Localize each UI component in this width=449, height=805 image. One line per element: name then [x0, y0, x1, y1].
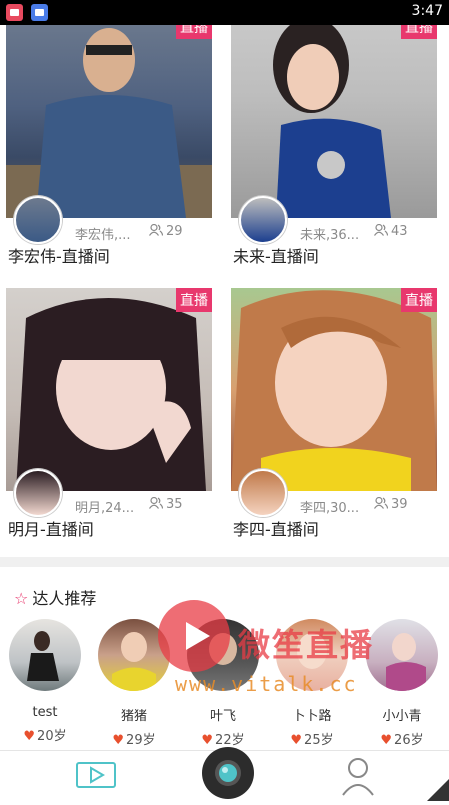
talent-age-value: 26岁 — [394, 733, 424, 748]
talent-name: 叶飞 — [209, 709, 236, 724]
talent-item[interactable]: 叶飞 ♥ 22岁 — [183, 619, 263, 748]
user-icon — [374, 224, 388, 236]
talent-name: 猪猪 — [120, 709, 147, 724]
live-card-cover[interactable]: 直播 — [6, 25, 212, 218]
camera-tab-icon — [202, 747, 254, 799]
avatar[interactable] — [14, 196, 62, 244]
live-card-title[interactable]: 李宏伟-直播间 — [8, 243, 110, 267]
live-card-cover[interactable]: 直播 — [231, 25, 437, 218]
talent-age: ♥ 29岁 — [94, 729, 174, 748]
talent-avatar[interactable] — [187, 619, 259, 691]
live-badge: 直播 — [401, 25, 437, 39]
notification-photo-icon — [31, 4, 48, 21]
avatar[interactable] — [239, 196, 287, 244]
live-card-title[interactable]: 未来-直播间 — [233, 243, 319, 267]
tab-video[interactable] — [75, 751, 117, 801]
user-icon — [149, 497, 163, 509]
talent-age-value: 29岁 — [126, 733, 156, 748]
viewer-count: 43 — [374, 224, 408, 239]
talent-avatar[interactable] — [9, 619, 81, 691]
cover-figure-icon — [231, 290, 437, 491]
live-badge: 直播 — [401, 288, 437, 312]
talent-age-value: 20岁 — [37, 729, 67, 744]
cover-figure-icon — [16, 298, 206, 491]
talent-name: 卜卜路 — [292, 709, 332, 724]
avatar[interactable] — [239, 469, 287, 517]
heart-icon: ♥ — [290, 733, 303, 748]
talent-section-title: ☆ 达人推荐 — [14, 585, 96, 609]
section-divider — [0, 557, 449, 567]
profile-tab-icon — [342, 758, 374, 796]
live-badge: 直播 — [176, 288, 212, 312]
live-card-cover[interactable]: 直播 — [231, 288, 437, 491]
talent-age: ♥ 26岁 — [362, 729, 442, 748]
talent-age: ♥ 25岁 — [272, 729, 352, 748]
talent-figure-icon — [27, 631, 59, 681]
star-icon: ☆ — [14, 589, 29, 608]
anchor-info: 李宏伟,... — [75, 228, 131, 243]
talent-figure-icon — [297, 633, 327, 669]
talent-item[interactable]: 猪猪 ♥ 29岁 — [94, 619, 174, 748]
tab-profile[interactable] — [338, 751, 378, 801]
viewer-count: 35 — [149, 497, 183, 512]
heart-icon: ♥ — [23, 729, 36, 744]
talent-item[interactable]: test ♥ 20岁 — [5, 619, 85, 744]
anchor-info: 明月,24... — [75, 501, 135, 516]
video-tab-icon — [76, 762, 116, 788]
talent-figure-icon — [386, 633, 426, 691]
talent-avatar[interactable] — [366, 619, 438, 691]
bottom-tab-bar — [0, 747, 449, 801]
avatar[interactable] — [14, 469, 62, 517]
status-time: 3:47 — [411, 3, 443, 19]
viewer-count-value: 39 — [391, 497, 408, 512]
live-badge: 直播 — [176, 25, 212, 39]
live-feed[interactable]: 直播 李宏伟,... 29 李宏伟-直播间 直播 未来,36... 43 未来-… — [0, 25, 449, 750]
live-card-title[interactable]: 明月-直播间 — [8, 516, 94, 540]
viewer-count: 29 — [149, 224, 183, 239]
talent-figure-icon — [209, 633, 237, 665]
status-bar: 3:47 — [0, 0, 449, 25]
user-icon — [374, 497, 388, 509]
viewer-count-value: 43 — [391, 224, 408, 239]
user-icon — [149, 224, 163, 236]
cover-figure-icon — [273, 25, 391, 218]
talent-name: test — [32, 705, 58, 720]
corner-indicator — [427, 779, 449, 801]
talent-item[interactable]: 小小青 ♥ 26岁 — [362, 619, 442, 748]
heart-icon: ♥ — [380, 733, 393, 748]
talent-age: ♥ 20岁 — [5, 725, 85, 744]
anchor-info: 李四,30... — [300, 501, 360, 516]
notification-app-icon — [6, 4, 23, 21]
live-card-cover[interactable]: 直播 — [6, 288, 212, 491]
viewer-count: 39 — [374, 497, 408, 512]
viewer-count-value: 29 — [166, 224, 183, 239]
cover-figure-icon — [6, 28, 212, 218]
talent-avatar[interactable] — [276, 619, 348, 691]
talent-item[interactable]: 卜卜路 ♥ 25岁 — [272, 619, 352, 748]
talent-section-label: 达人推荐 — [32, 589, 97, 608]
anchor-info: 未来,36... — [300, 228, 360, 243]
heart-icon: ♥ — [112, 733, 125, 748]
talent-name: 小小青 — [382, 709, 422, 724]
live-card-title[interactable]: 李四-直播间 — [233, 516, 319, 540]
talent-avatar[interactable] — [98, 619, 170, 691]
talent-figure-icon — [112, 632, 156, 691]
talent-age-value: 25岁 — [304, 733, 334, 748]
tab-camera[interactable] — [200, 745, 256, 799]
viewer-count-value: 35 — [166, 497, 183, 512]
